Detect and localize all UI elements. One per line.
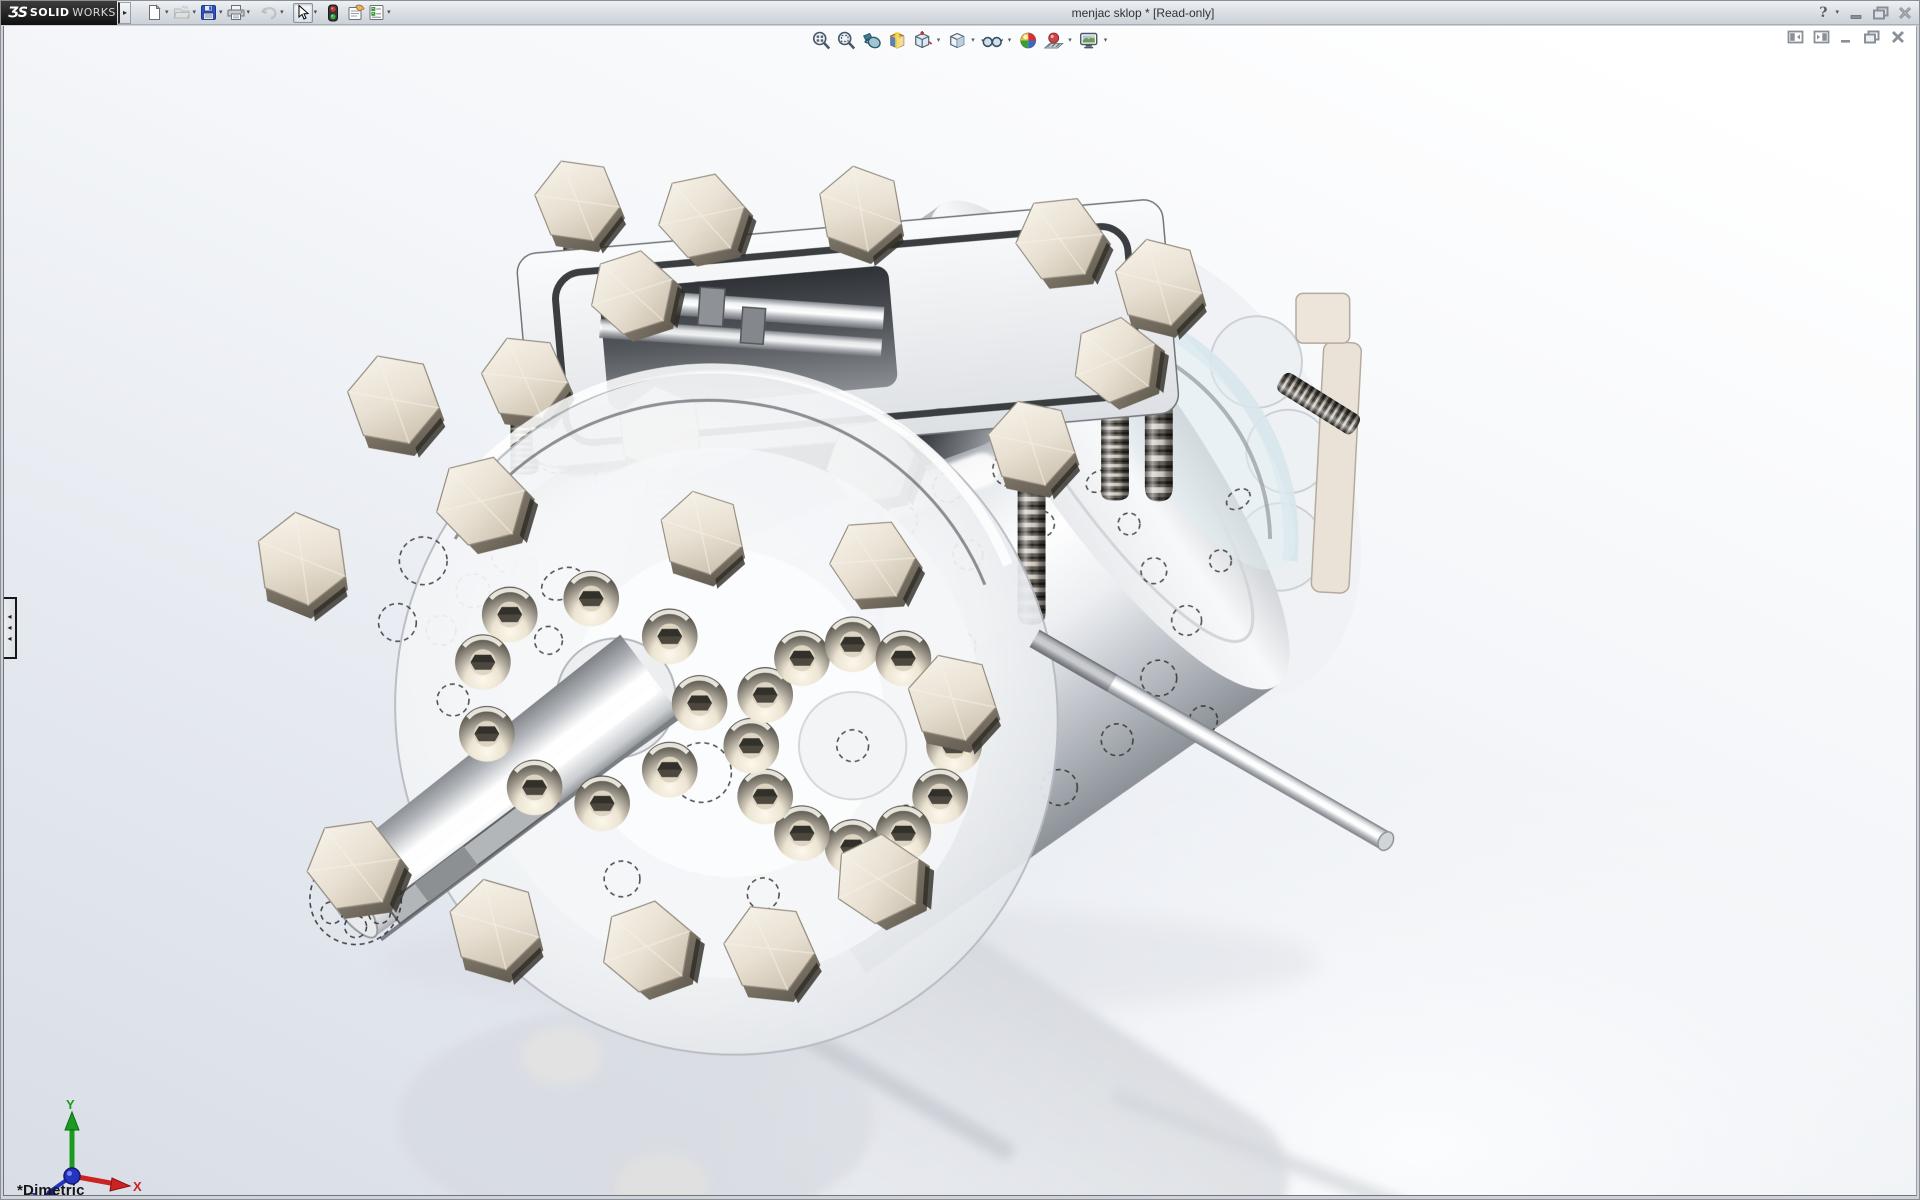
section-view-button[interactable]: [885, 29, 910, 52]
minimize-document-button[interactable]: [1839, 30, 1854, 44]
logo-text-works: WORKS: [72, 6, 115, 19]
open-document-caret[interactable]: ▾: [192, 3, 200, 23]
apply-scene-icon: [1042, 30, 1064, 51]
view-orientation-button[interactable]: [910, 29, 935, 52]
options-icon: [368, 4, 385, 21]
help-caret[interactable]: ▾: [1834, 3, 1842, 23]
featuremanager-collapsed-tab[interactable]: ◂ ◂ ◂: [4, 597, 17, 659]
select-cursor-icon: [295, 4, 311, 21]
hide-show-items-caret[interactable]: ▾: [1006, 36, 1016, 44]
hide-show-items-icon: [981, 30, 1004, 51]
pane-arrow-icon: ◂: [7, 635, 11, 643]
previous-view-button[interactable]: [859, 29, 885, 52]
titlebar: ƷS SOLIDWORKS ▸ ▾ ▾: [1, 1, 1919, 25]
standard-toolbar: ▾ ▾ ▾: [145, 1, 394, 25]
menu-arrow-icon: ▸: [123, 8, 127, 17]
new-document-icon: [146, 4, 163, 21]
options-caret[interactable]: ▾: [386, 3, 394, 23]
print-caret[interactable]: ▾: [246, 3, 254, 23]
file-properties-icon: [347, 4, 366, 21]
options-button[interactable]: [367, 3, 386, 23]
restore-document-button[interactable]: [1863, 30, 1881, 44]
graphics-viewport[interactable]: ▾ ▾ ▾: [3, 26, 1917, 1196]
display-style-button[interactable]: [944, 29, 969, 52]
solidworks-logo: ƷS SOLIDWORKS: [1, 1, 117, 25]
window-controls: ? ▾: [1819, 1, 1913, 25]
save-button[interactable]: [199, 3, 218, 23]
collapse-left-pane-button[interactable]: [1787, 30, 1804, 44]
pane-arrow-icon: ◂: [7, 613, 11, 621]
logo-text-solid: SOLID: [30, 6, 70, 19]
view-settings-caret[interactable]: ▾: [1102, 36, 1112, 44]
solidworks-window: ƷS SOLIDWORKS ▸ ▾ ▾: [0, 0, 1920, 1200]
print-button[interactable]: [226, 3, 246, 23]
edit-appearance-button[interactable]: [1015, 29, 1040, 52]
menu-expand-tab[interactable]: ▸: [118, 2, 131, 24]
minimize-button[interactable]: [1849, 6, 1865, 20]
open-document-icon: [173, 4, 191, 21]
view-settings-icon: [1078, 30, 1100, 51]
heads-up-toolbar: ▾ ▾ ▾: [809, 28, 1112, 52]
view-orientation-caret[interactable]: ▾: [935, 36, 945, 44]
help-button[interactable]: ?: [1819, 5, 1827, 21]
previous-view-icon: [861, 30, 883, 51]
view-settings-button[interactable]: [1076, 29, 1102, 52]
apply-scene-button[interactable]: [1040, 29, 1066, 52]
right-hub: [799, 692, 906, 799]
pane-arrow-icon: ◂: [7, 624, 11, 632]
zoom-to-area-icon: [836, 30, 857, 51]
zoom-to-fit-icon: [811, 30, 832, 51]
rebuild-button[interactable]: [326, 3, 340, 23]
select-tool-button[interactable]: [293, 3, 313, 23]
new-document-button[interactable]: [145, 3, 164, 23]
open-document-button[interactable]: [172, 3, 192, 23]
edit-appearance-icon: [1017, 30, 1038, 51]
zoom-to-fit-button[interactable]: [809, 29, 834, 52]
view-orientation-label: *Dimetric: [17, 1182, 85, 1196]
file-properties-button[interactable]: [346, 3, 367, 23]
save-icon: [200, 4, 217, 21]
logo-mark: ƷS: [8, 5, 27, 21]
display-style-icon: [946, 30, 967, 51]
close-button[interactable]: [1897, 6, 1913, 20]
section-view-icon: [887, 30, 908, 51]
document-window-controls: [1787, 30, 1906, 44]
zoom-to-area-button[interactable]: [834, 29, 859, 52]
restore-button[interactable]: [1872, 6, 1890, 20]
triad-x-label: X: [133, 1179, 142, 1194]
print-icon: [227, 4, 245, 21]
select-tool-caret[interactable]: ▾: [313, 3, 321, 23]
apply-scene-caret[interactable]: ▾: [1066, 36, 1076, 44]
expand-right-pane-button[interactable]: [1813, 30, 1830, 44]
undo-caret[interactable]: ▾: [279, 3, 287, 23]
save-caret[interactable]: ▾: [218, 3, 226, 23]
undo-button[interactable]: [259, 3, 279, 23]
rebuild-traffic-light-icon: [327, 4, 339, 22]
undo-icon: [260, 4, 278, 21]
document-title: menjac sklop * [Read-only]: [1013, 1, 1273, 25]
new-document-caret[interactable]: ▾: [164, 3, 172, 23]
view-orientation-icon: [912, 30, 933, 51]
hide-show-items-button[interactable]: [979, 29, 1006, 52]
display-style-caret[interactable]: ▾: [969, 36, 979, 44]
triad-y-label: Y: [66, 1098, 75, 1112]
model-scene[interactable]: [4, 26, 1916, 1195]
close-document-button[interactable]: [1890, 30, 1906, 44]
